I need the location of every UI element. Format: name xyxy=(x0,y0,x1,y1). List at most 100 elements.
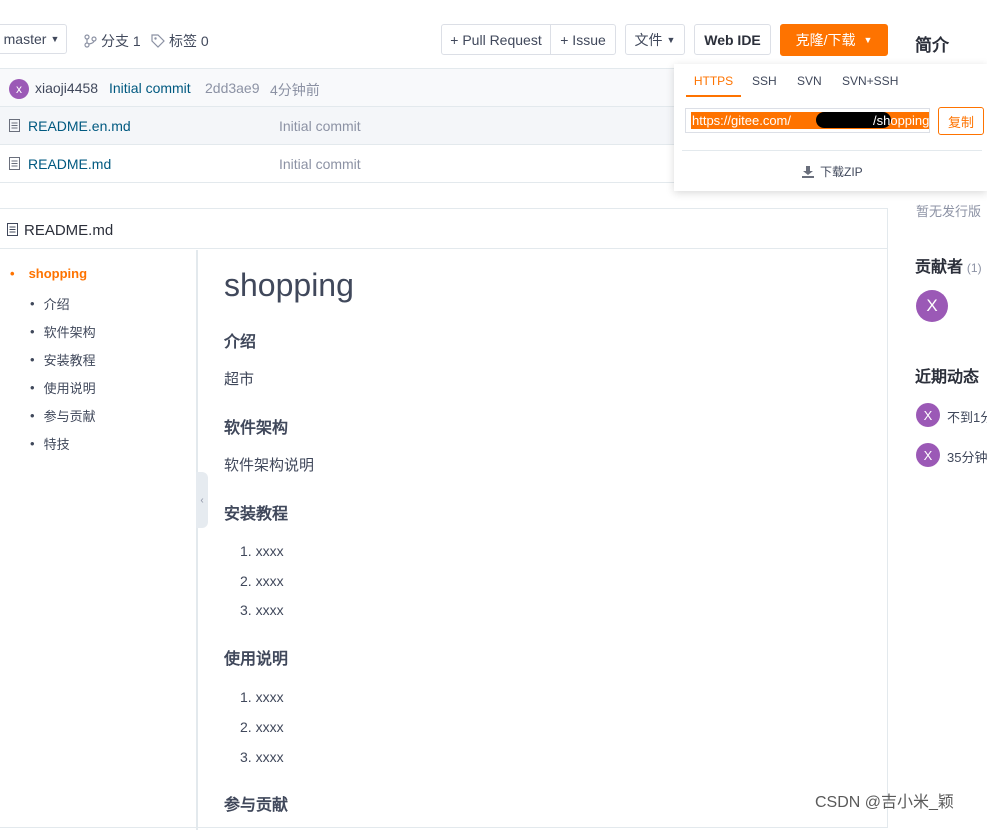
no-release-text: 暂无发行版 xyxy=(916,204,982,219)
pull-request-label: + Pull Request xyxy=(450,31,542,48)
clone-tab-ssh[interactable]: SSH xyxy=(752,74,777,88)
web-ide-button[interactable]: Web IDE xyxy=(694,24,771,55)
commit-hash[interactable]: 2dd3ae9 xyxy=(205,80,260,96)
pull-request-button[interactable]: + Pull Request xyxy=(441,24,551,55)
file-icon xyxy=(7,223,18,236)
toc-label: 软件架构 xyxy=(43,325,96,340)
file-commit[interactable]: Initial commit xyxy=(279,118,361,134)
commit-message[interactable]: Initial commit xyxy=(109,80,191,96)
clone-url-input[interactable]: https://gitee.com/ /shopping xyxy=(685,108,930,133)
download-icon xyxy=(802,165,814,178)
activity-text[interactable]: 不到1分 xyxy=(947,407,987,426)
list-item: 2. xxxx xyxy=(240,719,284,735)
tag-icon xyxy=(151,34,165,48)
commit-time: 4分钟前 xyxy=(270,82,320,98)
toc-label: 参与贡献 xyxy=(43,409,96,424)
branch-select[interactable]: master ▼ xyxy=(0,24,67,54)
file-row[interactable]: README.en.md Initial commit xyxy=(0,107,680,145)
divider xyxy=(682,150,982,151)
list-item-text: xxxx xyxy=(255,689,284,705)
tags-label: 标签 0 xyxy=(169,33,209,49)
activity-text[interactable]: 35分钟 xyxy=(947,447,987,466)
commit-avatar[interactable]: x xyxy=(9,79,29,99)
clone-download-label: 克隆/下载 xyxy=(795,32,856,48)
bullet-icon: • xyxy=(30,408,35,423)
file-name[interactable]: README.en.md xyxy=(28,118,131,134)
section-heading: 参与贡献 xyxy=(224,797,289,814)
list-item: 1. xxxx xyxy=(240,689,284,705)
activity-title: 近期动态 xyxy=(915,369,980,386)
section-text: 软件架构说明 xyxy=(224,457,315,474)
bullet-icon: • xyxy=(30,380,35,395)
file-icon xyxy=(9,119,20,132)
toc-item[interactable]: • 软件架构 xyxy=(30,322,96,341)
clone-download-button[interactable]: 克隆/下载 ▼ xyxy=(780,24,888,56)
toc-collapse-handle[interactable]: ‹ xyxy=(196,472,208,528)
toc-item[interactable]: • 特技 xyxy=(30,434,70,453)
contributors-label: 贡献者 xyxy=(915,259,964,276)
branch-label: master xyxy=(3,31,47,47)
download-zip-link[interactable]: 下载ZIP xyxy=(802,163,863,180)
commit-author[interactable]: xiaoji4458 xyxy=(35,80,98,96)
toc-label: 介绍 xyxy=(43,297,70,312)
file-menu-label: 文件 xyxy=(634,31,663,48)
bullet-icon: • xyxy=(30,324,35,339)
commit-bar: x xiaoji4458 Initial commit 2dd3ae9 4分钟前 xyxy=(0,68,680,107)
list-item-text: xxxx xyxy=(255,749,284,765)
activity-avatar-letter: X xyxy=(923,447,933,463)
tags-link[interactable]: 标签 0 xyxy=(151,31,209,51)
toc-item[interactable]: • 使用说明 xyxy=(30,378,96,397)
toc-item[interactable]: • 安装教程 xyxy=(30,350,96,369)
bullet-icon: • xyxy=(30,352,35,367)
caret-down-icon: ▼ xyxy=(863,35,873,45)
branches-link[interactable]: 分支 1 xyxy=(84,31,141,51)
list-item: 2. xxxx xyxy=(240,572,284,589)
copy-button[interactable]: 复制 xyxy=(938,107,984,135)
list-item-text: xxxx xyxy=(255,543,284,559)
copy-label: 复制 xyxy=(947,114,974,130)
activity-avatar[interactable]: X xyxy=(916,443,940,467)
clone-tab-https[interactable]: HTTPS xyxy=(686,74,741,97)
ordered-list: 1. xxxx 2. xxxx 3. xxxx xyxy=(240,537,284,626)
list-item: 3. xxxx xyxy=(240,749,284,765)
branches-label: 分支 1 xyxy=(101,33,141,49)
toc-label: 使用说明 xyxy=(43,381,96,396)
section-heading: 安装教程 xyxy=(224,506,289,523)
toc-item-active[interactable]: • shopping xyxy=(10,266,87,281)
list-item-text: xxxx xyxy=(255,719,284,735)
caret-down-icon: ▼ xyxy=(666,34,676,45)
list-item-text: xxxx xyxy=(255,602,284,618)
ordered-list: 1. xxxx 2. xxxx 3. xxxx xyxy=(240,682,284,772)
contributor-avatar-letter: X xyxy=(926,296,938,315)
readme-filename: README.md xyxy=(24,222,114,239)
clone-tab-svn-ssh[interactable]: SVN+SSH xyxy=(842,74,898,88)
contributors-count: (1) xyxy=(966,261,982,275)
section-heading: 软件架构 xyxy=(224,420,289,437)
file-name[interactable]: README.md xyxy=(28,156,111,172)
clone-tab-svn[interactable]: SVN xyxy=(797,74,822,88)
caret-down-icon: ▼ xyxy=(50,34,60,44)
toc-item[interactable]: • 参与贡献 xyxy=(30,406,96,425)
clone-url-suffix: /shopping xyxy=(873,113,930,128)
clone-popup: HTTPS SSH SVN SVN+SSH https://gitee.com/… xyxy=(674,64,987,191)
section-heading: 使用说明 xyxy=(224,651,289,668)
toc-label: shopping xyxy=(28,266,88,281)
list-item-text: xxxx xyxy=(255,572,284,589)
branch-icon xyxy=(84,34,97,48)
file-menu-button[interactable]: 文件 ▼ xyxy=(625,24,685,55)
toc-label: 安装教程 xyxy=(43,353,96,368)
toc-item[interactable]: • 介绍 xyxy=(30,294,70,313)
file-row[interactable]: README.md Initial commit xyxy=(0,145,680,183)
file-commit[interactable]: Initial commit xyxy=(279,156,361,172)
chevron-left-icon: ‹ xyxy=(200,494,204,506)
clone-url-prefix: https://gitee.com/ xyxy=(692,113,791,128)
activity-avatar[interactable]: X xyxy=(916,403,940,427)
contributor-avatar[interactable]: X xyxy=(916,290,948,322)
bullet-icon: • xyxy=(10,266,15,281)
list-item: 3. xxxx xyxy=(240,602,284,618)
file-icon xyxy=(9,157,20,170)
watermark: CSDN @吉小米_颖 xyxy=(815,794,954,811)
section-text: 超市 xyxy=(224,371,255,388)
issue-button[interactable]: + Issue xyxy=(550,24,616,55)
section-heading: 介绍 xyxy=(224,334,257,351)
